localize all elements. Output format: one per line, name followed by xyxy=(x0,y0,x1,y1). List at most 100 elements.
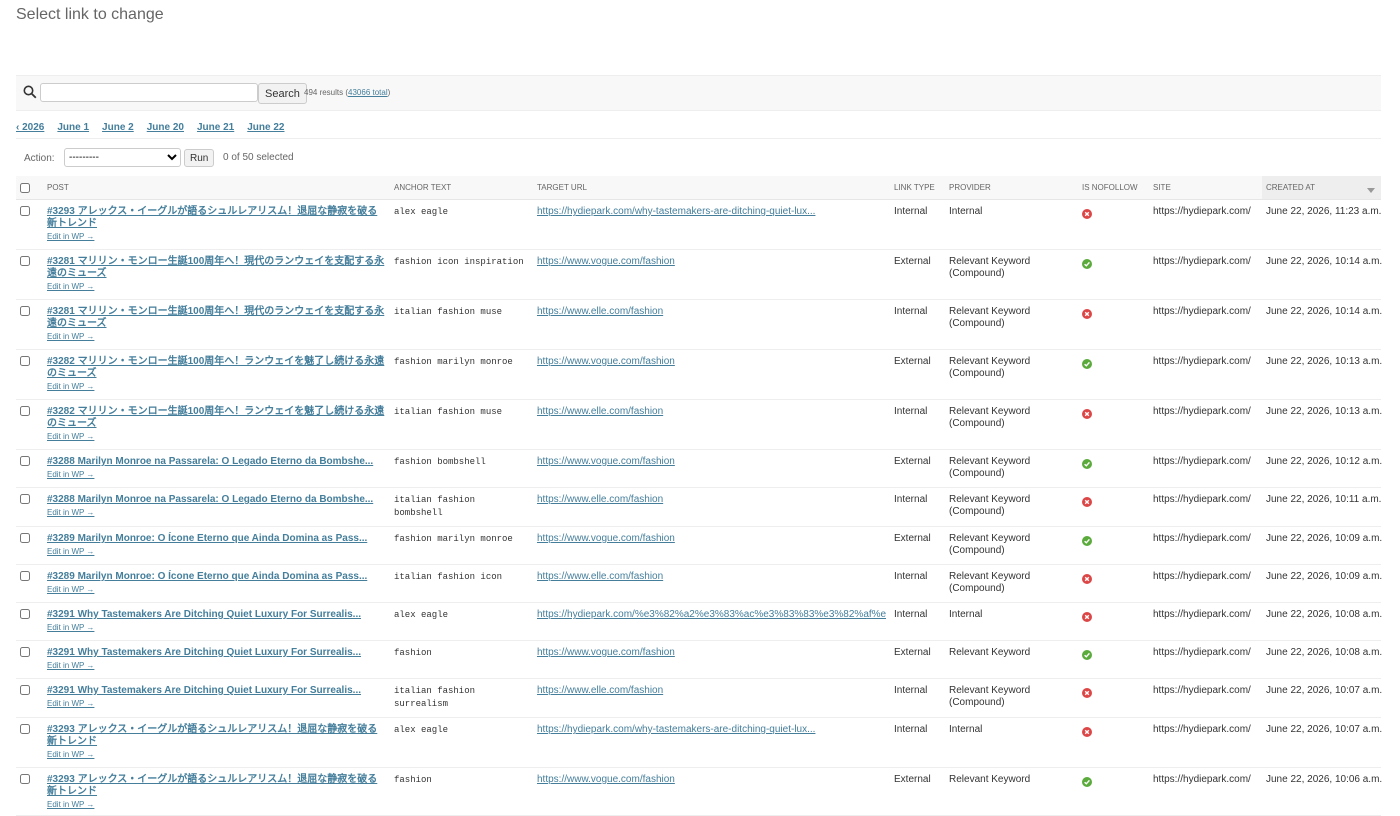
post-link[interactable]: #3293 アレックス・イーグルが語るシュルレアリスム！退屈な静寂を破る新トレン… xyxy=(47,724,386,748)
target-url-link[interactable]: https://www.elle.com/fashion xyxy=(537,571,886,583)
date-link[interactable]: June 2 xyxy=(102,122,134,133)
row-select-cell xyxy=(16,678,43,718)
row-checkbox[interactable] xyxy=(20,533,30,543)
date-hierarchy: ‹ 2026 June 1 June 2 June 20 June 21 June 22 xyxy=(16,122,1381,139)
edit-in-wp-link[interactable]: Edit in WP → xyxy=(47,698,386,710)
date-link[interactable]: June 21 xyxy=(197,122,234,133)
table-row: #3293 アレックス・イーグルが語るシュルレアリスム！退屈な静寂を破る新トレン… xyxy=(16,767,1382,816)
date-link[interactable]: June 1 xyxy=(57,122,89,133)
post-link[interactable]: #3293 アレックス・イーグルが語るシュルレアリスム！退屈な静寂を破る新トレン… xyxy=(47,206,386,230)
row-checkbox[interactable] xyxy=(20,724,30,734)
target-url-link[interactable]: https://www.vogue.com/fashion xyxy=(537,533,886,545)
target-url-link[interactable]: https://www.vogue.com/fashion xyxy=(537,356,886,368)
edit-in-wp-link[interactable]: Edit in WP → xyxy=(47,660,386,672)
row-checkbox[interactable] xyxy=(20,306,30,316)
target-url-cell: https://hydiepark.com/%e3%82%a2%e3%83%ac… xyxy=(533,602,890,641)
post-link[interactable]: #3282 マリリン・モンロー生誕100周年へ！ランウェイを魅了し続ける永遠のミ… xyxy=(47,356,386,380)
row-checkbox[interactable] xyxy=(20,256,30,266)
post-cell: #3288 Marilyn Monroe na Passarela: O Leg… xyxy=(43,487,390,527)
search-input[interactable] xyxy=(40,83,258,102)
action-select[interactable]: --------- xyxy=(64,148,181,167)
check-circle-icon xyxy=(1082,359,1092,369)
date-link[interactable]: June 20 xyxy=(147,122,184,133)
run-button[interactable]: Run xyxy=(184,149,215,167)
post-link[interactable]: #3282 マリリン・モンロー生誕100周年へ！ランウェイを魅了し続ける永遠のミ… xyxy=(47,406,386,430)
post-link[interactable]: #3291 Why Tastemakers Are Ditching Quiet… xyxy=(47,685,386,697)
post-link[interactable]: #3291 Why Tastemakers Are Ditching Quiet… xyxy=(47,609,386,621)
link-type-cell: Internal xyxy=(890,602,945,641)
link-type-cell: Internal xyxy=(890,399,945,450)
anchor-text: fashion bombshell xyxy=(394,457,486,467)
anchor-text: alex eagle xyxy=(394,610,449,620)
edit-in-wp-link[interactable]: Edit in WP → xyxy=(47,749,386,761)
check-circle-icon xyxy=(1082,777,1092,787)
row-checkbox[interactable] xyxy=(20,571,30,581)
edit-in-wp-link[interactable]: Edit in WP → xyxy=(47,431,386,443)
anchor-text: italian fashion muse xyxy=(394,307,503,317)
edit-in-wp-link[interactable]: Edit in WP → xyxy=(47,546,386,558)
target-url-link[interactable]: https://www.vogue.com/fashion xyxy=(537,647,886,659)
edit-in-wp-link[interactable]: Edit in WP → xyxy=(47,381,386,393)
target-url-cell: https://www.elle.com/fashion xyxy=(533,399,890,450)
post-link[interactable]: #3288 Marilyn Monroe na Passarela: O Leg… xyxy=(47,456,386,468)
post-link[interactable]: #3293 アレックス・イーグルが語るシュルレアリスム！退屈な静寂を破る新トレン… xyxy=(47,774,386,798)
target-url-link[interactable]: https://hydiepark.com/why-tastemakers-ar… xyxy=(537,724,886,736)
total-link[interactable]: 43066 total xyxy=(348,88,388,97)
target-url-link[interactable]: https://www.elle.com/fashion xyxy=(537,494,886,506)
edit-in-wp-link[interactable]: Edit in WP → xyxy=(47,469,386,481)
edit-in-wp-link[interactable]: Edit in WP → xyxy=(47,507,386,519)
post-link[interactable]: #3281 マリリン・モンロー生誕100周年へ！現代のランウェイを支配する永遠の… xyxy=(47,256,386,280)
row-checkbox[interactable] xyxy=(20,647,30,657)
column-header-site[interactable]: Site xyxy=(1149,176,1262,200)
edit-in-wp-link[interactable]: Edit in WP → xyxy=(47,331,386,343)
edit-in-wp-link[interactable]: Edit in WP → xyxy=(47,231,386,243)
row-checkbox[interactable] xyxy=(20,609,30,619)
link-type-cell: Internal xyxy=(890,487,945,527)
edit-in-wp-link[interactable]: Edit in WP → xyxy=(47,281,386,293)
row-checkbox[interactable] xyxy=(20,206,30,216)
post-link[interactable]: #3281 マリリン・モンロー生誕100周年へ！現代のランウェイを支配する永遠の… xyxy=(47,306,386,330)
post-link[interactable]: #3288 Marilyn Monroe na Passarela: O Leg… xyxy=(47,494,386,506)
column-header-anchor-text[interactable]: Anchor text xyxy=(390,176,533,200)
edit-in-wp-link[interactable]: Edit in WP → xyxy=(47,584,386,596)
row-checkbox[interactable] xyxy=(20,406,30,416)
column-header-target-url[interactable]: Target URL xyxy=(533,176,890,200)
row-checkbox[interactable] xyxy=(20,685,30,695)
target-url-link[interactable]: https://hydiepark.com/%e3%82%a2%e3%83%ac… xyxy=(537,609,886,621)
search-button[interactable]: Search xyxy=(258,83,307,104)
sort-desc-icon[interactable] xyxy=(1367,188,1375,193)
date-link[interactable]: June 22 xyxy=(247,122,284,133)
column-header-created-at[interactable]: Created at xyxy=(1262,176,1381,200)
target-url-link[interactable]: https://www.elle.com/fashion xyxy=(537,306,886,318)
row-checkbox[interactable] xyxy=(20,356,30,366)
nofollow-cell xyxy=(1078,487,1149,527)
selected-count: 0 of 50 selected xyxy=(223,152,294,163)
row-select-cell xyxy=(16,717,43,768)
provider-cell: Relevant Keyword xyxy=(945,640,1078,679)
post-cell: #3291 Why Tastemakers Are Ditching Quiet… xyxy=(43,640,390,679)
row-checkbox[interactable] xyxy=(20,494,30,504)
edit-in-wp-link[interactable]: Edit in WP → xyxy=(47,622,386,634)
target-url-link[interactable]: https://www.elle.com/fashion xyxy=(537,685,886,697)
row-checkbox[interactable] xyxy=(20,456,30,466)
target-url-link[interactable]: https://www.elle.com/fashion xyxy=(537,406,886,418)
target-url-link[interactable]: https://www.vogue.com/fashion xyxy=(537,456,886,468)
post-link[interactable]: #3291 Why Tastemakers Are Ditching Quiet… xyxy=(47,647,386,659)
column-header-post[interactable]: Post xyxy=(43,176,390,200)
target-url-link[interactable]: https://www.vogue.com/fashion xyxy=(537,256,886,268)
select-all-checkbox[interactable] xyxy=(20,182,30,193)
target-url-cell: https://www.elle.com/fashion xyxy=(533,299,890,350)
target-url-link[interactable]: https://hydiepark.com/why-tastemakers-ar… xyxy=(537,206,886,218)
edit-in-wp-link[interactable]: Edit in WP → xyxy=(47,799,386,811)
row-checkbox[interactable] xyxy=(20,774,30,784)
column-header-is-nofollow[interactable]: Is nofollow xyxy=(1078,176,1149,200)
created-at-cell: June 22, 2026, 11:23 a.m. xyxy=(1262,199,1381,250)
target-url-link[interactable]: https://www.vogue.com/fashion xyxy=(537,774,886,786)
column-header-link-type[interactable]: Link type xyxy=(890,176,945,200)
anchor-text-cell: alex eagle xyxy=(390,717,533,768)
post-link[interactable]: #3289 Marilyn Monroe: O Ícone Eterno que… xyxy=(47,571,386,583)
link-type-cell: External xyxy=(890,767,945,816)
post-link[interactable]: #3289 Marilyn Monroe: O Ícone Eterno que… xyxy=(47,533,386,545)
date-link-back[interactable]: ‹ 2026 xyxy=(16,122,44,133)
column-header-provider[interactable]: Provider xyxy=(945,176,1078,200)
